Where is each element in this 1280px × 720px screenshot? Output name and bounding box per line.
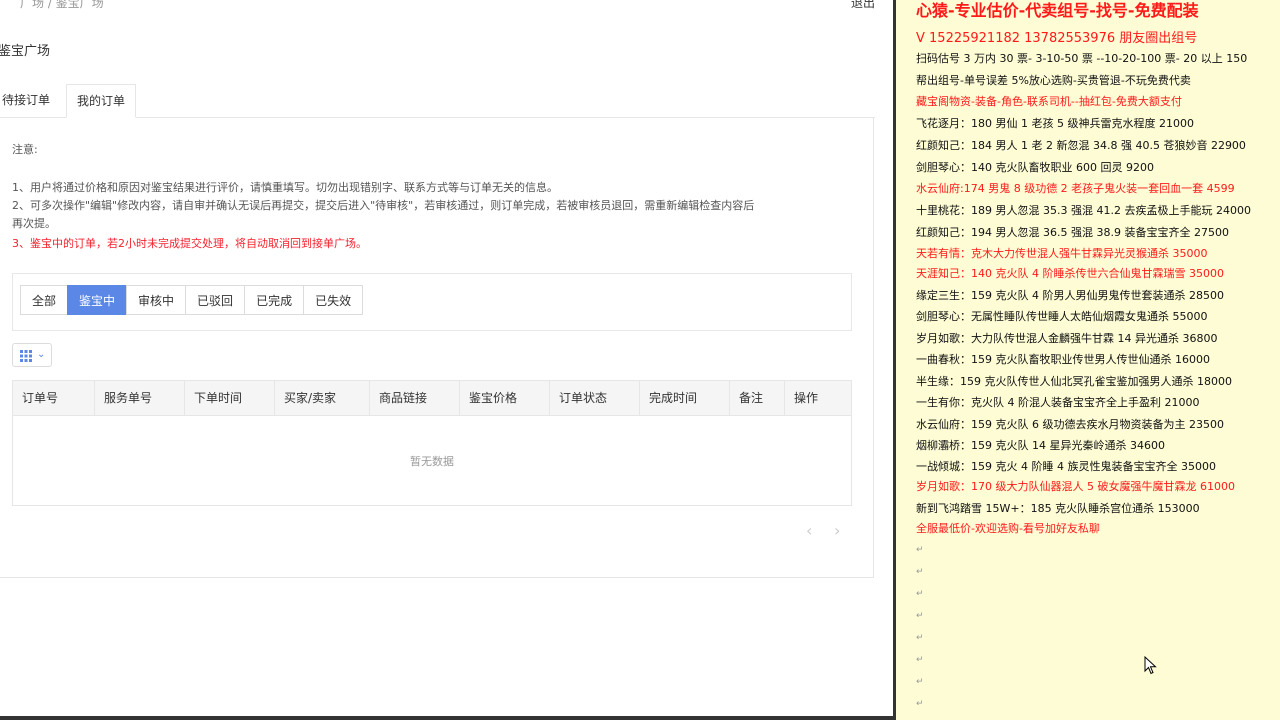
tab-content: 注意: 1、用户将通过价格和原因对鉴宝结果进行评价，请慎重填写。切勿出现错别字、…: [0, 117, 874, 578]
grid-icon: [20, 350, 32, 362]
ad-document: 心猿-专业估价-代卖组号-找号-免费配装 V 15225921182 13782…: [896, 0, 1280, 720]
ad-line: 藏宝阁物资-装备-角色-联系司机--抽红包-免费大额支付: [916, 95, 1182, 108]
tab-my-orders[interactable]: 我的订单: [66, 84, 137, 118]
column-header: 完成时间: [640, 381, 730, 415]
notice-line-warning: 3、鉴宝中的订单，若2小时未完成提交处理，将自动取消回到接单广场。: [12, 237, 367, 250]
paragraph-mark: ↵: [916, 677, 924, 687]
pager-prev-button[interactable]: ‹: [806, 521, 812, 540]
ad-line: 新到飞鸿踏雪 15W+：185 克火队睡杀宫位通杀 153000: [916, 502, 1200, 515]
ad-line: 剑胆琴心：140 克火队畜牧职业 600 回灵 9200: [916, 161, 1154, 174]
column-header: 订单状态: [550, 381, 640, 415]
ad-line: 半生缘：159 克火队传世人仙北冥孔雀宝鉴加强男人通杀 18000: [916, 375, 1232, 388]
filter-rejected-button[interactable]: 已驳回: [185, 285, 246, 315]
column-header: 订单号: [13, 381, 95, 415]
main-panel: 广场 / 鉴宝广场 退出 鉴宝广场 待接订单 我的订单 注意: 1、用户将通过价…: [0, 0, 893, 720]
ad-line: 一曲春秋：159 克火队畜牧职业传世男人传世仙通杀 16000: [916, 353, 1210, 366]
notice-heading: 注意:: [12, 143, 38, 156]
ad-line: 十里桃花：189 男人忽混 35.3 强混 41.2 去疾孟极上手能玩 2400…: [916, 204, 1251, 217]
ad-line: 红颜知己：184 男人 1 老 2 新忽混 34.8 强 40.5 苍狼妙音 2…: [916, 139, 1246, 152]
filter-all-button[interactable]: 全部: [20, 285, 69, 315]
empty-state-text: 暂无数据: [410, 455, 454, 468]
column-header: 操作: [794, 391, 819, 405]
ad-line: 帮出组号-单号误差 5%放心选购-买贵管退-不玩免费代卖: [916, 74, 1191, 87]
ad-line: 飞花逐月：180 男仙 1 老孩 5 级神兵雷克水程度 21000: [916, 117, 1194, 130]
ad-line: 水云仙府：159 克火队 6 级功德去疾水月物资装备为主 23500: [916, 418, 1224, 431]
notice-line: 1、用户将通过价格和原因对鉴宝结果进行评价，请慎重填写。切勿出现错别字、联系方式…: [12, 181, 558, 194]
column-header: 服务单号: [95, 381, 185, 415]
notice-line: 2、可多次操作"编辑"修改内容，请自审并确认无误后再提交，提交后进入"待审核"，…: [12, 199, 755, 212]
mouse-cursor-icon: [1144, 656, 1157, 675]
paragraph-mark: ↵: [916, 545, 924, 555]
ad-line: 红颜知己：194 男人忽混 36.5 强混 38.9 装备宝宝齐全 27500: [916, 226, 1229, 239]
ad-line: 岁月如歌：170 级大力队仙器混人 5 破女魔强牛魔甘霖龙 61000: [916, 480, 1235, 493]
filter-expired-button[interactable]: 已失效: [303, 285, 364, 315]
filter-appraising-button[interactable]: 鉴宝中: [67, 285, 128, 315]
orders-table: 订单号 服务单号 下单时间 买家/卖家 商品链接 鉴宝价格 订单状态 完成时间 …: [12, 380, 852, 506]
column-header: 备注: [730, 381, 785, 415]
tab-pending-orders[interactable]: 待接订单: [0, 84, 60, 116]
filter-reviewing-button[interactable]: 审核中: [126, 285, 187, 315]
bottom-edge: [0, 716, 893, 720]
notice-line: 再次提。: [12, 217, 56, 230]
ad-line: 水云仙府:174 男鬼 8 级功德 2 老孩子鬼火装一套回血一套 4599: [916, 182, 1235, 195]
column-toggle-button[interactable]: ⌄: [12, 343, 52, 367]
ad-line: 一战倾城：159 克火 4 阶睡 4 族灵性鬼装备宝宝齐全 35000: [916, 460, 1216, 473]
filter-completed-button[interactable]: 已完成: [244, 285, 305, 315]
column-header: 买家/卖家: [275, 381, 370, 415]
ad-line: 一生有你：克火队 4 阶混人装备宝宝齐全上手盈利 21000: [916, 396, 1200, 409]
ad-phone: V 15225921182 13782553976 朋友圈出组号: [916, 31, 1198, 46]
paragraph-mark: ↵: [916, 699, 924, 709]
ad-line: 剑胆琴心：无属性睡队传世睡人太皓仙烟霞女鬼通杀 55000: [916, 310, 1208, 323]
page-title: 鉴宝广场: [0, 44, 51, 59]
paragraph-mark: ↵: [916, 567, 924, 577]
paragraph-mark: ↵: [916, 589, 924, 599]
ad-line: 缘定三生：159 克火队 4 阶男人男仙男鬼传世套装通杀 28500: [916, 289, 1224, 302]
tab-bar: 待接订单 我的订单: [0, 84, 875, 118]
paragraph-mark: ↵: [916, 655, 924, 665]
column-header: 下单时间: [185, 381, 275, 415]
breadcrumb[interactable]: 广场 / 鉴宝广场: [20, 0, 104, 11]
column-header: 鉴宝价格: [460, 381, 550, 415]
ad-line: 岁月如歌：大力队传世混人金麟强牛甘霖 14 异光通杀 36800: [916, 332, 1218, 345]
ad-line: 扫码估号 3 万内 30 票- 3-10-50 票 --10-20-100 票-…: [916, 52, 1248, 65]
ad-line: 天若有情：克木大力传世混人强牛甘霖异光灵猴通杀 35000: [916, 247, 1208, 260]
ad-line: 烟柳灞桥：159 克火队 14 星异光秦岭通杀 34600: [916, 439, 1165, 452]
ad-line: 天涯知己：140 克火队 4 阶睡杀传世六合仙鬼甘霖瑞雪 35000: [916, 267, 1224, 280]
ad-line: 全服最低价-欢迎选购-看号加好友私聊: [916, 522, 1100, 535]
ad-title: 心猿-专业估价-代卖组号-找号-免费配装: [916, 1, 1199, 20]
top-bar: 广场 / 鉴宝广场 退出: [0, 0, 893, 12]
paragraph-mark: ↵: [916, 633, 924, 643]
column-header: 商品链接: [370, 381, 460, 415]
logout-link[interactable]: 退出: [851, 0, 875, 11]
status-filter-box: 全部 鉴宝中 审核中 已驳回 已完成 已失效: [12, 273, 852, 331]
table-header: 订单号 服务单号 下单时间 买家/卖家 商品链接 鉴宝价格 订单状态 完成时间 …: [13, 381, 851, 416]
pager-next-button[interactable]: ›: [834, 521, 840, 540]
paragraph-mark: ↵: [916, 611, 924, 621]
chevron-down-icon: ⌄: [37, 349, 46, 360]
